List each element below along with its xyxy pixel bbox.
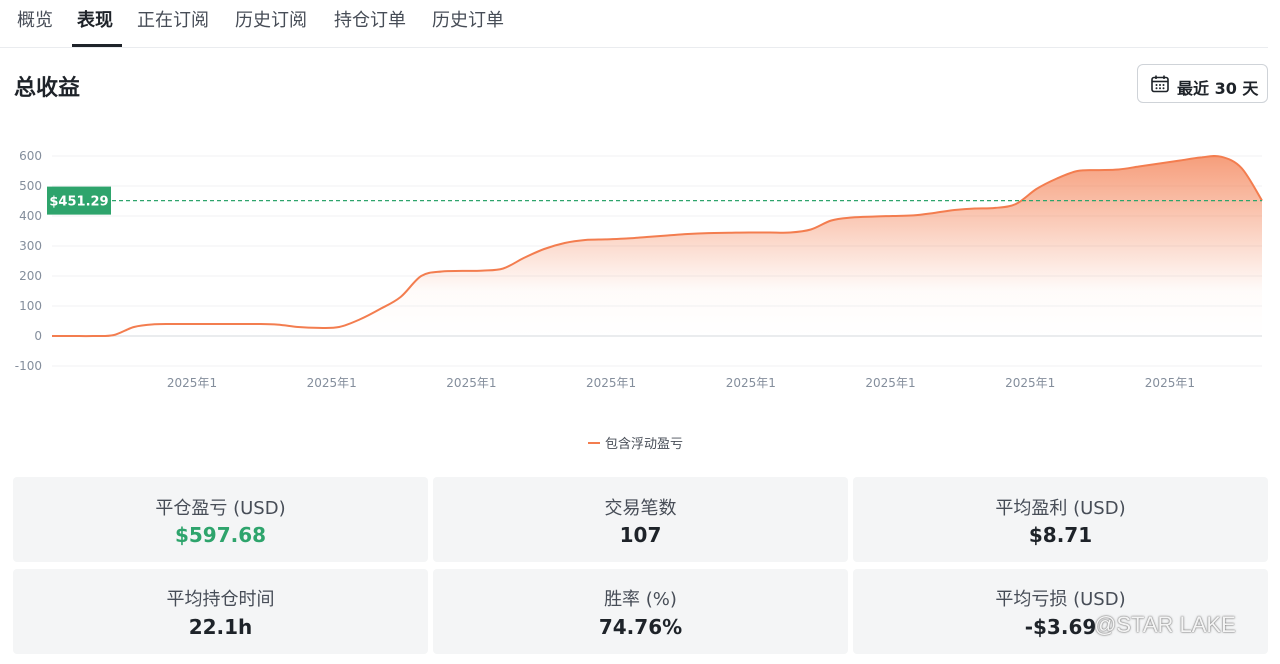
stat-label: 平均亏损 (USD) <box>995 589 1126 610</box>
stat-value: 107 <box>619 523 662 547</box>
period-label: 最近 30 天 <box>1177 79 1259 98</box>
y-axis: 600 500 400 300 200 100 0 -100 <box>15 149 42 373</box>
current-value-label: $451.29 <box>49 195 108 210</box>
y-tick-label: 400 <box>19 209 42 223</box>
tab-bar: 概览 表现 正在订阅 历史订阅 持仓订单 历史订单 <box>0 0 1268 48</box>
tab-overview[interactable]: 概览 <box>17 6 53 32</box>
y-tick-label: 200 <box>19 269 42 283</box>
stat-value: $8.71 <box>1028 523 1093 547</box>
x-tick-label: 2025年1 <box>726 376 776 390</box>
x-axis: 2025年1 2025年1 2025年1 2025年1 2025年1 2025年1 2025… <box>167 376 1195 390</box>
x-tick-label: 2025年1 <box>167 376 217 390</box>
y-tick-label: 600 <box>19 149 42 163</box>
section-title: 总收益 <box>14 76 81 101</box>
calendar-icon <box>1151 75 1169 93</box>
y-tick-label: 300 <box>19 239 42 253</box>
stat-card-win-rate: 胜率 (%) 74.76% <box>433 569 848 654</box>
period-selector-button[interactable]: 最近 30 天 <box>1137 64 1268 103</box>
legend-swatch <box>588 441 600 444</box>
stat-label: 交易笔数 <box>604 498 677 519</box>
stat-card-trade-count: 交易笔数 107 <box>433 477 848 562</box>
tab-subscription-history[interactable]: 历史订阅 <box>235 6 307 32</box>
watermark: @STAR LAKE <box>1094 612 1236 637</box>
stat-value: 22.1h <box>188 615 253 639</box>
stat-label: 胜率 (%) <box>604 589 677 610</box>
x-tick-label: 2025年1 <box>446 376 496 390</box>
x-tick-label: 2025年1 <box>586 376 636 390</box>
stat-value: $597.68 <box>174 523 267 547</box>
tab-open-positions[interactable]: 持仓订单 <box>334 6 406 32</box>
x-tick-label: 2025年1 <box>307 376 357 390</box>
y-tick-label: 500 <box>19 179 42 193</box>
x-tick-label: 2025年1 <box>1145 376 1195 390</box>
legend-label: 包含浮动盈亏 <box>605 437 684 452</box>
active-tab-indicator <box>72 44 122 47</box>
stat-label: 平均持仓时间 <box>166 589 275 610</box>
tab-order-history[interactable]: 历史订单 <box>432 6 504 32</box>
x-tick-label: 2025年1 <box>1005 376 1055 390</box>
stat-card-avg-profit: 平均盈利 (USD) $8.71 <box>853 477 1268 562</box>
x-tick-label: 2025年1 <box>865 376 915 390</box>
y-tick-label: 0 <box>34 329 42 343</box>
stat-card-realized-pnl: 平仓盈亏 (USD) $597.68 <box>13 477 428 562</box>
current-value-badge: $451.29 <box>47 186 111 215</box>
chart-legend[interactable]: 包含浮动盈亏 <box>588 433 683 452</box>
stat-label: 平均盈利 (USD) <box>995 498 1126 519</box>
stat-card-avg-holding-time: 平均持仓时间 22.1h <box>13 569 428 654</box>
total-pnl-chart: 6005004003002001000-100 2025年1 2025年1 2025… <box>15 149 1263 390</box>
stat-value: 74.76% <box>598 615 683 639</box>
tab-active-subscriptions[interactable]: 正在订阅 <box>137 6 209 32</box>
y-tick-label: -100 <box>15 359 42 373</box>
tab-performance[interactable]: 表现 <box>77 6 113 32</box>
stat-label: 平仓盈亏 (USD) <box>155 498 286 519</box>
y-tick-label: 100 <box>19 299 42 313</box>
